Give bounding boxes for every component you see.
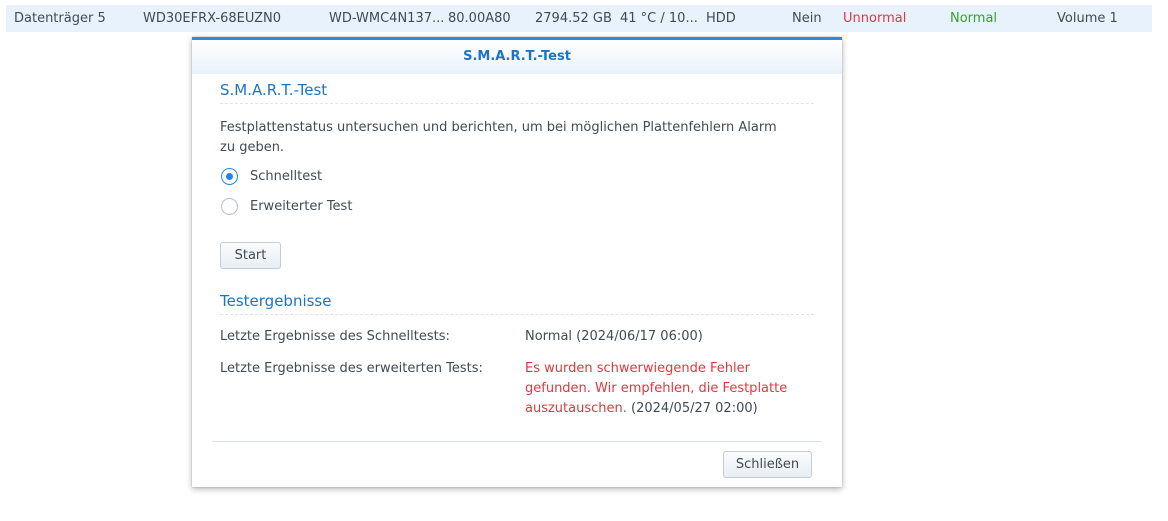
- dialog-title: S.M.A.R.T.-Test: [463, 49, 571, 64]
- quick-test-radio[interactable]: [221, 168, 238, 185]
- extended-result-date: (2024/05/27 02:00): [631, 401, 758, 416]
- quick-result-value: Normal (2024/06/17 06:00): [525, 329, 703, 344]
- dialog-header[interactable]: S.M.A.R.T.-Test: [192, 40, 842, 74]
- disk-model-cell: WD30EFRX-68EUZN0: [143, 11, 282, 26]
- close-button[interactable]: Schließen: [723, 451, 812, 478]
- page: Datenträger 5 WD30EFRX-68EUZN0 WD-WMC4N1…: [0, 0, 1168, 521]
- results-section-heading: Testergebnisse: [220, 292, 332, 310]
- disk-health-cell: Unnormal: [843, 11, 907, 26]
- extended-test-label[interactable]: Erweiterter Test: [250, 198, 352, 216]
- smart-section-heading: S.M.A.R.T.-Test: [220, 81, 328, 99]
- disk-temperature-cell: 41 °C / 10...: [620, 11, 698, 26]
- smart-test-dialog: S.M.A.R.T.-Test S.M.A.R.T.-Test Festplat…: [192, 37, 842, 487]
- disk-type-cell: HDD: [706, 11, 736, 26]
- disk-size-cell: 2794.52 GB: [535, 11, 612, 26]
- disk-serial-cell: WD-WMC4N137...: [329, 11, 445, 26]
- disk-firmware-cell: 80.00A80: [448, 11, 511, 26]
- extended-result-label: Letzte Ergebnisse des erweiterten Tests:: [220, 361, 483, 376]
- smart-description: Festplattenstatus untersuchen und berich…: [220, 120, 777, 155]
- quick-test-label[interactable]: Schnelltest: [250, 168, 322, 186]
- section-divider: [220, 103, 814, 104]
- footer-divider: [212, 441, 822, 442]
- quick-result-label: Letzte Ergebnisse des Schnelltests:: [220, 329, 450, 344]
- disk-hot-spare-cell: Nein: [792, 11, 822, 26]
- disk-volume-cell: Volume 1: [1057, 11, 1118, 26]
- extended-test-radio[interactable]: [221, 198, 238, 215]
- disk-name-cell: Datenträger 5: [14, 11, 106, 26]
- section-divider: [220, 314, 814, 315]
- start-button[interactable]: Start: [220, 242, 281, 269]
- disk-status-cell: Normal: [950, 11, 998, 26]
- extended-result-value: Es wurden schwerwiegende Fehler gefunden…: [525, 359, 815, 419]
- disk-table-row[interactable]: Datenträger 5 WD30EFRX-68EUZN0 WD-WMC4N1…: [6, 5, 1152, 32]
